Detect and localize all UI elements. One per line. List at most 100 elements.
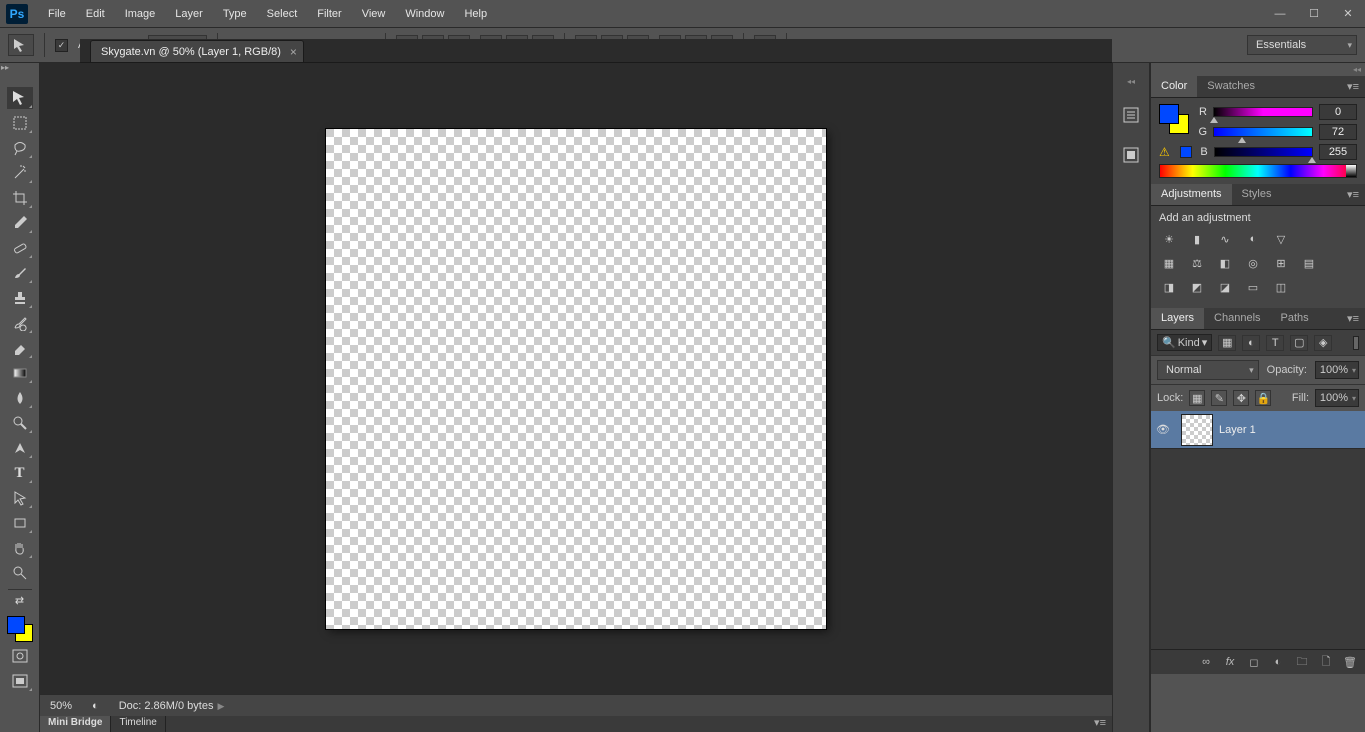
posterize-adj[interactable]: ◩ [1187, 278, 1207, 296]
fill-input[interactable]: 100% [1315, 389, 1359, 407]
expand-toolbar-icon[interactable]: ▸▸ [0, 63, 10, 71]
eyedropper-tool[interactable] [7, 212, 33, 234]
r-slider[interactable] [1213, 107, 1313, 117]
gradient-tool[interactable] [7, 362, 33, 384]
swap-colors-icon[interactable]: ⇄ [7, 595, 33, 605]
layer-thumbnail[interactable] [1181, 414, 1213, 446]
document-tab[interactable]: Skygate.vn @ 50% (Layer 1, RGB/8) × [90, 40, 304, 62]
shape-tool[interactable] [7, 512, 33, 534]
menu-view[interactable]: View [352, 0, 396, 28]
filter-smart-icon[interactable]: ◈ [1314, 335, 1332, 351]
b-slider[interactable] [1214, 147, 1313, 157]
lock-pixels-icon[interactable]: ✎ [1211, 390, 1227, 406]
layer-visibility-icon[interactable]: 👁 [1151, 423, 1175, 436]
color-lookup-adj[interactable]: ▤ [1299, 254, 1319, 272]
swatches-tab[interactable]: Swatches [1197, 76, 1265, 97]
gamut-swatch[interactable] [1180, 146, 1192, 158]
curves-adj[interactable]: ∿ [1215, 230, 1235, 248]
color-tab[interactable]: Color [1151, 76, 1197, 97]
menu-window[interactable]: Window [395, 0, 454, 28]
channel-mixer-adj[interactable]: ⊞ [1271, 254, 1291, 272]
path-select-tool[interactable] [7, 487, 33, 509]
g-value[interactable]: 72 [1319, 124, 1357, 140]
r-value[interactable]: 0 [1319, 104, 1357, 120]
adjustments-panel-menu-icon[interactable]: ▾≡ [1341, 184, 1365, 205]
adjustments-tab[interactable]: Adjustments [1151, 184, 1232, 205]
opacity-input[interactable]: 100% [1315, 361, 1359, 379]
color-panel-menu-icon[interactable]: ▾≡ [1341, 76, 1365, 97]
heal-tool[interactable] [7, 237, 33, 259]
history-brush-tool[interactable] [7, 312, 33, 334]
new-adjustment-layer-icon[interactable]: ◐ [1269, 654, 1287, 670]
menu-edit[interactable]: Edit [76, 0, 115, 28]
foreground-background-colors[interactable] [7, 616, 33, 642]
zoom-display[interactable]: 50% [50, 700, 72, 712]
wand-tool[interactable] [7, 162, 33, 184]
paths-tab[interactable]: Paths [1271, 308, 1319, 329]
gradient-map-adj[interactable]: ▭ [1243, 278, 1263, 296]
menu-image[interactable]: Image [115, 0, 166, 28]
auto-select-checkbox[interactable]: ✓ [55, 39, 68, 52]
layers-tab[interactable]: Layers [1151, 308, 1204, 329]
new-layer-icon[interactable]: 🗋 [1317, 654, 1335, 670]
properties-panel-icon[interactable] [1119, 144, 1143, 166]
dodge-tool[interactable] [7, 412, 33, 434]
photo-filter-adj[interactable]: ◎ [1243, 254, 1263, 272]
minimize-button[interactable]: — [1265, 4, 1295, 24]
threshold-adj[interactable]: ◪ [1215, 278, 1235, 296]
color-ramp[interactable] [1159, 164, 1357, 178]
screen-mode-button[interactable] [7, 670, 33, 692]
brightness-adj[interactable]: ☀ [1159, 230, 1179, 248]
crop-tool[interactable] [7, 187, 33, 209]
menu-file[interactable]: File [38, 0, 76, 28]
brush-tool[interactable] [7, 262, 33, 284]
color-swatch-pair[interactable] [1159, 104, 1189, 134]
menu-type[interactable]: Type [213, 0, 257, 28]
delete-layer-icon[interactable]: 🗑 [1341, 654, 1359, 670]
blend-mode-dropdown[interactable]: Normal [1157, 360, 1259, 380]
color-balance-adj[interactable]: ⚖ [1187, 254, 1207, 272]
layer-mask-icon[interactable]: ◻ [1245, 654, 1263, 670]
expand-panels-icon[interactable]: ◂◂ [1151, 63, 1365, 76]
status-info-icon[interactable]: ◐ [92, 700, 99, 712]
link-layers-icon[interactable]: ∞ [1197, 654, 1215, 670]
expand-dock-icon[interactable]: ◂◂ [1127, 77, 1135, 86]
layers-panel-menu-icon[interactable]: ▾≡ [1341, 308, 1365, 329]
history-panel-icon[interactable] [1119, 104, 1143, 126]
levels-adj[interactable]: ▮ [1187, 230, 1207, 248]
vibrance-adj[interactable]: ▽ [1271, 230, 1291, 248]
foreground-color[interactable] [7, 616, 25, 634]
canvas-viewport[interactable] [40, 63, 1112, 694]
filter-adjust-icon[interactable]: ◐ [1242, 335, 1260, 351]
workspace-switcher[interactable]: Essentials [1247, 35, 1357, 55]
menu-help[interactable]: Help [454, 0, 497, 28]
doc-size-display[interactable]: Doc: 2.86M/0 bytes [119, 700, 225, 712]
filter-kind-dropdown[interactable]: 🔍 Kind ▾ [1157, 334, 1212, 351]
styles-tab[interactable]: Styles [1232, 184, 1282, 205]
current-tool-indicator[interactable] [8, 34, 34, 56]
layer-name[interactable]: Layer 1 [1219, 424, 1256, 436]
exposure-adj[interactable]: ◐ [1243, 230, 1263, 248]
marquee-tool[interactable] [7, 112, 33, 134]
blur-tool[interactable] [7, 387, 33, 409]
filter-shape-icon[interactable]: ▢ [1290, 335, 1308, 351]
close-tab-icon[interactable]: × [290, 45, 297, 59]
filter-type-icon[interactable]: T [1266, 335, 1284, 351]
hue-sat-adj[interactable]: ▦ [1159, 254, 1179, 272]
collapse-bottom-icon[interactable]: ▾≡ [1088, 716, 1112, 732]
layer-row[interactable]: 👁 Layer 1 [1151, 411, 1365, 449]
maximize-button[interactable]: ☐ [1299, 4, 1329, 24]
channels-tab[interactable]: Channels [1204, 308, 1270, 329]
bw-adj[interactable]: ◧ [1215, 254, 1235, 272]
menu-select[interactable]: Select [257, 0, 308, 28]
gamut-warning-icon[interactable]: ⚠ [1159, 145, 1170, 159]
lasso-tool[interactable] [7, 137, 33, 159]
close-button[interactable]: ✕ [1333, 4, 1363, 24]
timeline-tab[interactable]: Timeline [111, 716, 165, 732]
new-group-icon[interactable]: 🗀 [1293, 654, 1311, 670]
quick-mask-button[interactable] [7, 645, 33, 667]
move-tool[interactable] [7, 87, 33, 109]
lock-position-icon[interactable]: ✥ [1233, 390, 1249, 406]
g-slider[interactable] [1213, 127, 1313, 137]
zoom-tool[interactable] [7, 562, 33, 584]
